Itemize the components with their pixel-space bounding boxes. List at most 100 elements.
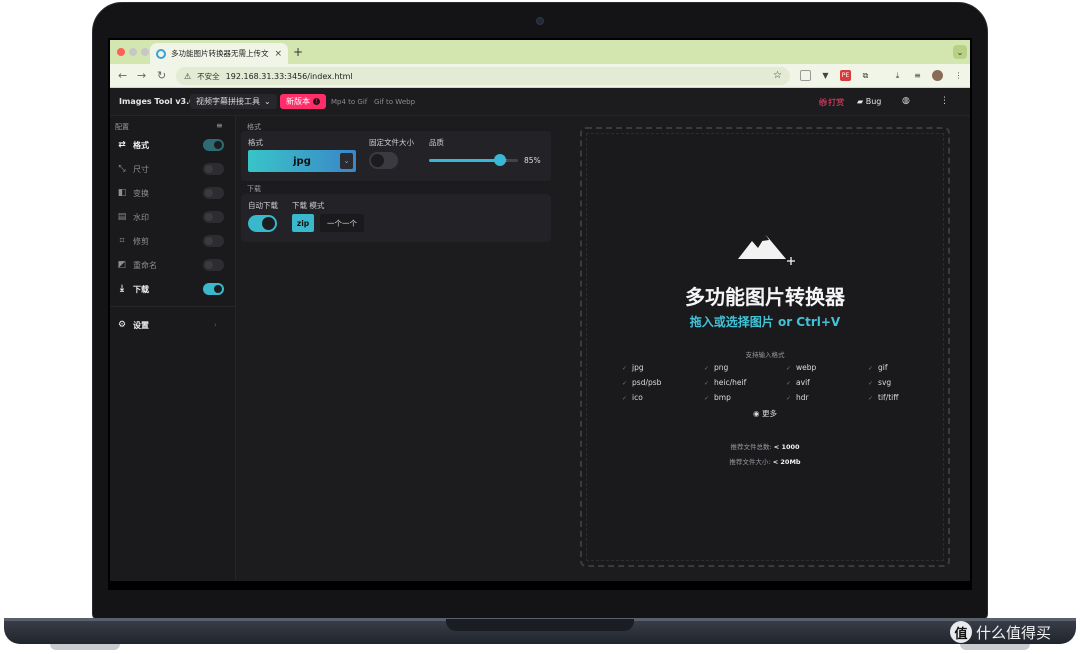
sidebar-item-transform[interactable]: ◧ 变换 <box>110 184 236 202</box>
sidebar-item-label: 下载 <box>133 284 149 294</box>
format-item: ✓ bmp <box>704 393 786 402</box>
sidebar-title: 配置 <box>115 123 129 131</box>
more-menu-icon[interactable]: ⋮ <box>940 96 949 106</box>
extension-icon[interactable] <box>800 70 811 81</box>
address-bar[interactable]: ⚠ 不安全 192.168.31.33:3456/index.html ☆ <box>176 67 790 85</box>
format-select-value: jpg <box>293 155 311 167</box>
download-toggle[interactable] <box>203 283 224 295</box>
warning-icon: ⚠ <box>184 71 192 81</box>
crop-toggle[interactable] <box>203 235 224 247</box>
download-tray-icon[interactable]: ⤓ <box>892 70 903 81</box>
swap-icon: ⇄ <box>118 140 126 150</box>
tool-select[interactable]: 视频字幕拼接工具 ⌄ <box>190 94 277 109</box>
sidebar-menu-icon[interactable]: ≡ <box>216 121 223 130</box>
sidebar-item-label: 设置 <box>133 320 149 330</box>
screen: 多功能图片转换器无需上传文件 × + ⌄ ← → ↻ ⚠ 不安全 192.168… <box>110 40 970 581</box>
sidebar-item-crop[interactable]: ⌗ 修剪 <box>110 232 236 250</box>
new-tab-button[interactable]: + <box>293 45 303 59</box>
format-item: ✓ ico <box>622 393 704 402</box>
sidebar-item-size[interactable]: ⤡ 尺寸 <box>110 160 236 178</box>
site-watermark: 值 什么值得买 <box>950 620 1051 644</box>
check-icon: ✓ <box>868 380 874 387</box>
laptop-foot <box>960 644 1030 650</box>
sidebar-item-rename[interactable]: ◩ 重命名 <box>110 256 236 274</box>
bookmark-star-icon[interactable]: ☆ <box>773 70 782 81</box>
back-icon[interactable]: ← <box>118 69 127 82</box>
profile-avatar[interactable] <box>932 70 943 81</box>
rec-count-label: 推荐文件总数: <box>730 443 772 451</box>
format-item-label: ico <box>632 393 643 402</box>
sidebar-item-download[interactable]: ⤓ 下载 <box>110 280 236 298</box>
sidebar-item-settings[interactable]: ⚙ 设置 › <box>110 316 236 334</box>
browser-menu-icon[interactable]: ⋮ <box>953 70 964 81</box>
format-item: ✓ svg <box>868 378 922 387</box>
download-mode-label: 下载 模式 <box>292 201 325 210</box>
pdf-extension-icon[interactable]: PE <box>840 70 851 81</box>
transform-toggle[interactable] <box>203 187 224 199</box>
transform-icon: ◧ <box>117 188 127 198</box>
tab-title: 多功能图片转换器无需上传文件 <box>171 49 270 58</box>
tab-close-icon[interactable]: × <box>274 49 282 59</box>
link-mp4-to-gif[interactable]: Mp4 to Gif <box>331 98 367 106</box>
check-icon: ✓ <box>704 380 710 387</box>
format-toggle[interactable] <box>203 139 224 151</box>
check-icon: ✓ <box>704 395 710 402</box>
format-item-label: tif/tiff <box>878 393 899 402</box>
quality-slider-thumb[interactable] <box>494 154 506 166</box>
format-item: ✓ webp <box>786 363 868 372</box>
maximize-window-button[interactable] <box>141 48 149 56</box>
check-icon: ✓ <box>786 395 792 402</box>
tab-search-icon[interactable]: ⌄ <box>953 45 967 59</box>
format-item: ✓ heic/heif <box>704 378 786 387</box>
check-icon: ✓ <box>622 380 628 387</box>
info-icon: ! <box>313 98 320 105</box>
bug-report-button[interactable]: ▰ Bug <box>857 97 881 106</box>
gift-icon: 🎁︎ <box>818 98 829 107</box>
format-item-label: avif <box>796 378 810 387</box>
settings-panel: 格式 格式 jpg ⌄ 固定文件大小 品质 85% 下载 自动下载 下载 模式 … <box>237 116 555 581</box>
format-item: ✓ hdr <box>786 393 868 402</box>
format-label: 格式 <box>248 138 263 147</box>
chevron-right-icon: › <box>214 321 217 329</box>
recommended-size: 推荐文件大小: < 20Mb <box>582 456 948 466</box>
supported-formats-label: 支持输入格式 <box>745 351 785 359</box>
format-item-label: gif <box>878 363 888 372</box>
format-item-label: svg <box>878 378 892 387</box>
reload-icon[interactable]: ↻ <box>157 69 166 82</box>
sidebar-item-label: 格式 <box>133 140 149 150</box>
minimize-window-button[interactable] <box>129 48 137 56</box>
auto-download-toggle[interactable] <box>248 215 277 232</box>
check-icon: ✓ <box>868 365 874 372</box>
sidebar-item-format[interactable]: ⇄ 格式 <box>110 136 236 154</box>
watermark-toggle[interactable] <box>203 211 224 223</box>
new-version-button[interactable]: 新版本 ! <box>280 94 326 109</box>
browser-tab[interactable]: 多功能图片转换器无需上传文件 × <box>150 43 288 64</box>
reading-list-icon[interactable]: ≡ <box>912 70 923 81</box>
puzzle-extensions-icon[interactable]: ⧉ <box>860 70 871 81</box>
more-formats-button[interactable]: ◉ 更多 <box>582 408 948 419</box>
insecure-label: 不安全 <box>197 71 220 81</box>
format-item: ✓ jpg <box>622 363 704 372</box>
rename-toggle[interactable] <box>203 259 224 271</box>
fixed-size-toggle[interactable] <box>369 152 398 169</box>
sidebar-item-watermark[interactable]: ▤ 水印 <box>110 208 236 226</box>
chevron-down-icon: ⌄ <box>340 153 353 169</box>
globe-icon[interactable]: ◍ <box>902 96 910 106</box>
format-item: ✓ avif <box>786 378 868 387</box>
reward-label: 打赏 <box>828 98 845 107</box>
resize-icon: ⤡ <box>118 164 126 174</box>
forward-icon[interactable]: → <box>137 69 146 82</box>
reward-button[interactable]: 🎁︎打赏 <box>818 97 844 108</box>
close-window-button[interactable] <box>117 48 125 56</box>
format-select[interactable]: jpg ⌄ <box>248 150 356 172</box>
quality-value: 85% <box>524 156 541 165</box>
mode-one-by-one-button[interactable]: 一个一个 <box>320 214 364 232</box>
size-toggle[interactable] <box>203 163 224 175</box>
vpn-extension-icon[interactable]: ▼ <box>820 70 831 81</box>
image-drop-zone[interactable]: 多功能图片转换器 拖入或选择图片 or Ctrl+V 支持输入格式 ✓ jpg ✓ p… <box>580 127 950 567</box>
supported-formats-grid: ✓ jpg ✓ png ✓ webp ✓ gif ✓ psd/psb ✓ heic/heif ✓ avif… <box>622 363 922 402</box>
mode-zip-button[interactable]: zip <box>292 214 314 232</box>
link-gif-to-webp[interactable]: Gif to Webp <box>374 98 415 106</box>
browser-toolbar: ← → ↻ ⚠ 不安全 192.168.31.33:3456/index.htm… <box>110 64 970 88</box>
rec-count-value: < 1000 <box>773 443 800 451</box>
